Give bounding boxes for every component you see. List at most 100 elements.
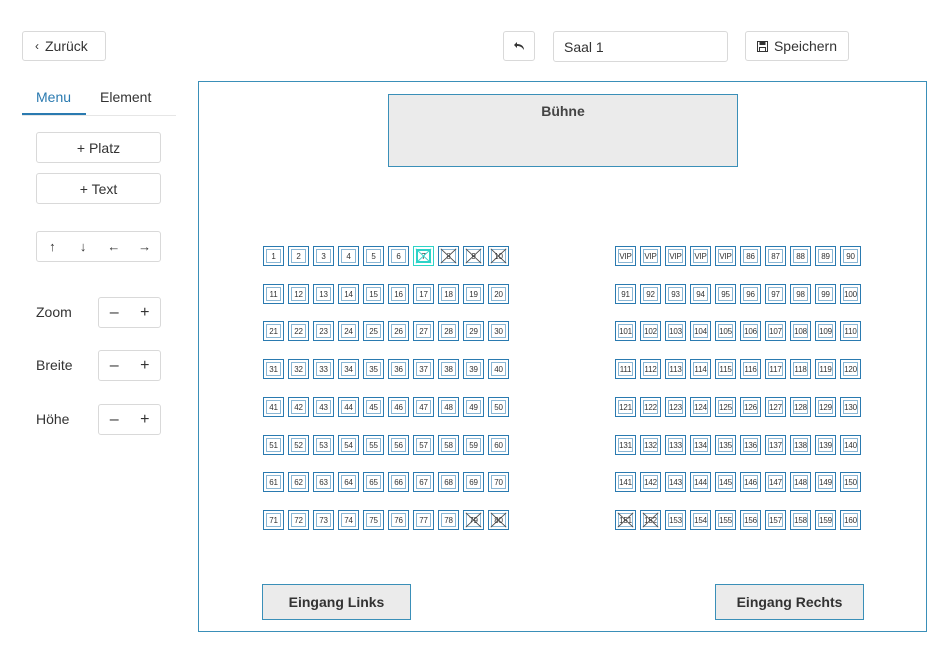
seat[interactable]: 150: [840, 472, 861, 492]
seat[interactable]: 91: [615, 284, 636, 304]
seat[interactable]: 33: [313, 359, 334, 379]
seat[interactable]: 87: [765, 246, 786, 266]
seat[interactable]: 59: [463, 435, 484, 455]
seat[interactable]: 97: [765, 284, 786, 304]
seat[interactable]: 143: [665, 472, 686, 492]
stage[interactable]: Bühne: [388, 94, 738, 167]
seat[interactable]: 141: [615, 472, 636, 492]
seat[interactable]: 125: [715, 397, 736, 417]
seat[interactable]: 66: [388, 472, 409, 492]
seat[interactable]: 35: [363, 359, 384, 379]
seat[interactable]: 136: [740, 435, 761, 455]
arrow-up-icon[interactable]: ↑: [37, 232, 68, 261]
seat[interactable]: 107: [765, 321, 786, 341]
seat[interactable]: 147: [765, 472, 786, 492]
seat[interactable]: VIP: [615, 246, 636, 266]
seat[interactable]: 41: [263, 397, 284, 417]
seat[interactable]: 120: [840, 359, 861, 379]
seat[interactable]: 22: [288, 321, 309, 341]
seat[interactable]: 73: [313, 510, 334, 530]
seat[interactable]: 56: [388, 435, 409, 455]
seat[interactable]: 18: [438, 284, 459, 304]
seat[interactable]: 42: [288, 397, 309, 417]
seat[interactable]: 106: [740, 321, 761, 341]
seat[interactable]: 89: [815, 246, 836, 266]
seat[interactable]: 45: [363, 397, 384, 417]
seat[interactable]: 122: [640, 397, 661, 417]
seat[interactable]: 153: [665, 510, 686, 530]
seat-blocked[interactable]: 80: [488, 510, 509, 530]
seat[interactable]: 38: [438, 359, 459, 379]
seat[interactable]: 105: [715, 321, 736, 341]
seat[interactable]: 17: [413, 284, 434, 304]
seat[interactable]: 99: [815, 284, 836, 304]
arrow-down-icon[interactable]: ↓: [68, 232, 99, 261]
seat[interactable]: 98: [790, 284, 811, 304]
seat[interactable]: 5: [363, 246, 384, 266]
seat[interactable]: 64: [338, 472, 359, 492]
arrow-right-icon[interactable]: →: [129, 232, 160, 261]
arrow-left-icon[interactable]: ←: [99, 232, 130, 261]
seat[interactable]: 131: [615, 435, 636, 455]
seat[interactable]: 121: [615, 397, 636, 417]
seat[interactable]: 102: [640, 321, 661, 341]
seat[interactable]: 62: [288, 472, 309, 492]
seat[interactable]: 65: [363, 472, 384, 492]
seat[interactable]: 116: [740, 359, 761, 379]
add-text-button[interactable]: + Text: [36, 173, 161, 204]
seat[interactable]: 135: [715, 435, 736, 455]
seat[interactable]: 55: [363, 435, 384, 455]
seat[interactable]: VIP: [640, 246, 661, 266]
seat[interactable]: 67: [413, 472, 434, 492]
seat[interactable]: 49: [463, 397, 484, 417]
seat[interactable]: 19: [463, 284, 484, 304]
seat[interactable]: VIP: [665, 246, 686, 266]
seat[interactable]: 90: [840, 246, 861, 266]
seat[interactable]: 124: [690, 397, 711, 417]
seat[interactable]: 54: [338, 435, 359, 455]
hall-name-input[interactable]: [553, 31, 728, 62]
seat[interactable]: 88: [790, 246, 811, 266]
seat[interactable]: 117: [765, 359, 786, 379]
seat[interactable]: 78: [438, 510, 459, 530]
seat[interactable]: 93: [665, 284, 686, 304]
seat[interactable]: 115: [715, 359, 736, 379]
seat[interactable]: 96: [740, 284, 761, 304]
seat[interactable]: 142: [640, 472, 661, 492]
seat[interactable]: 15: [363, 284, 384, 304]
seat[interactable]: 69: [463, 472, 484, 492]
seat[interactable]: VIP: [690, 246, 711, 266]
seat[interactable]: 139: [815, 435, 836, 455]
seat[interactable]: 68: [438, 472, 459, 492]
seat[interactable]: 130: [840, 397, 861, 417]
seat[interactable]: 86: [740, 246, 761, 266]
seat[interactable]: 159: [815, 510, 836, 530]
seat[interactable]: 140: [840, 435, 861, 455]
zoom-minus-button[interactable]: –: [99, 298, 130, 327]
seat[interactable]: 25: [363, 321, 384, 341]
seat[interactable]: 113: [665, 359, 686, 379]
seat[interactable]: 92: [640, 284, 661, 304]
seat[interactable]: 157: [765, 510, 786, 530]
seat[interactable]: 149: [815, 472, 836, 492]
seat[interactable]: 6: [388, 246, 409, 266]
seat[interactable]: 155: [715, 510, 736, 530]
seat[interactable]: 110: [840, 321, 861, 341]
seat[interactable]: 101: [615, 321, 636, 341]
seat[interactable]: 63: [313, 472, 334, 492]
height-plus-button[interactable]: +: [130, 405, 161, 434]
seat[interactable]: 28: [438, 321, 459, 341]
seat[interactable]: 31: [263, 359, 284, 379]
seat[interactable]: 27: [413, 321, 434, 341]
seat[interactable]: 126: [740, 397, 761, 417]
seat[interactable]: 58: [438, 435, 459, 455]
seat[interactable]: 61: [263, 472, 284, 492]
seat[interactable]: 138: [790, 435, 811, 455]
seat[interactable]: 145: [715, 472, 736, 492]
seat[interactable]: 13: [313, 284, 334, 304]
seat[interactable]: 11: [263, 284, 284, 304]
seat[interactable]: 34: [338, 359, 359, 379]
seat[interactable]: 114: [690, 359, 711, 379]
seat[interactable]: 77: [413, 510, 434, 530]
seat[interactable]: 148: [790, 472, 811, 492]
